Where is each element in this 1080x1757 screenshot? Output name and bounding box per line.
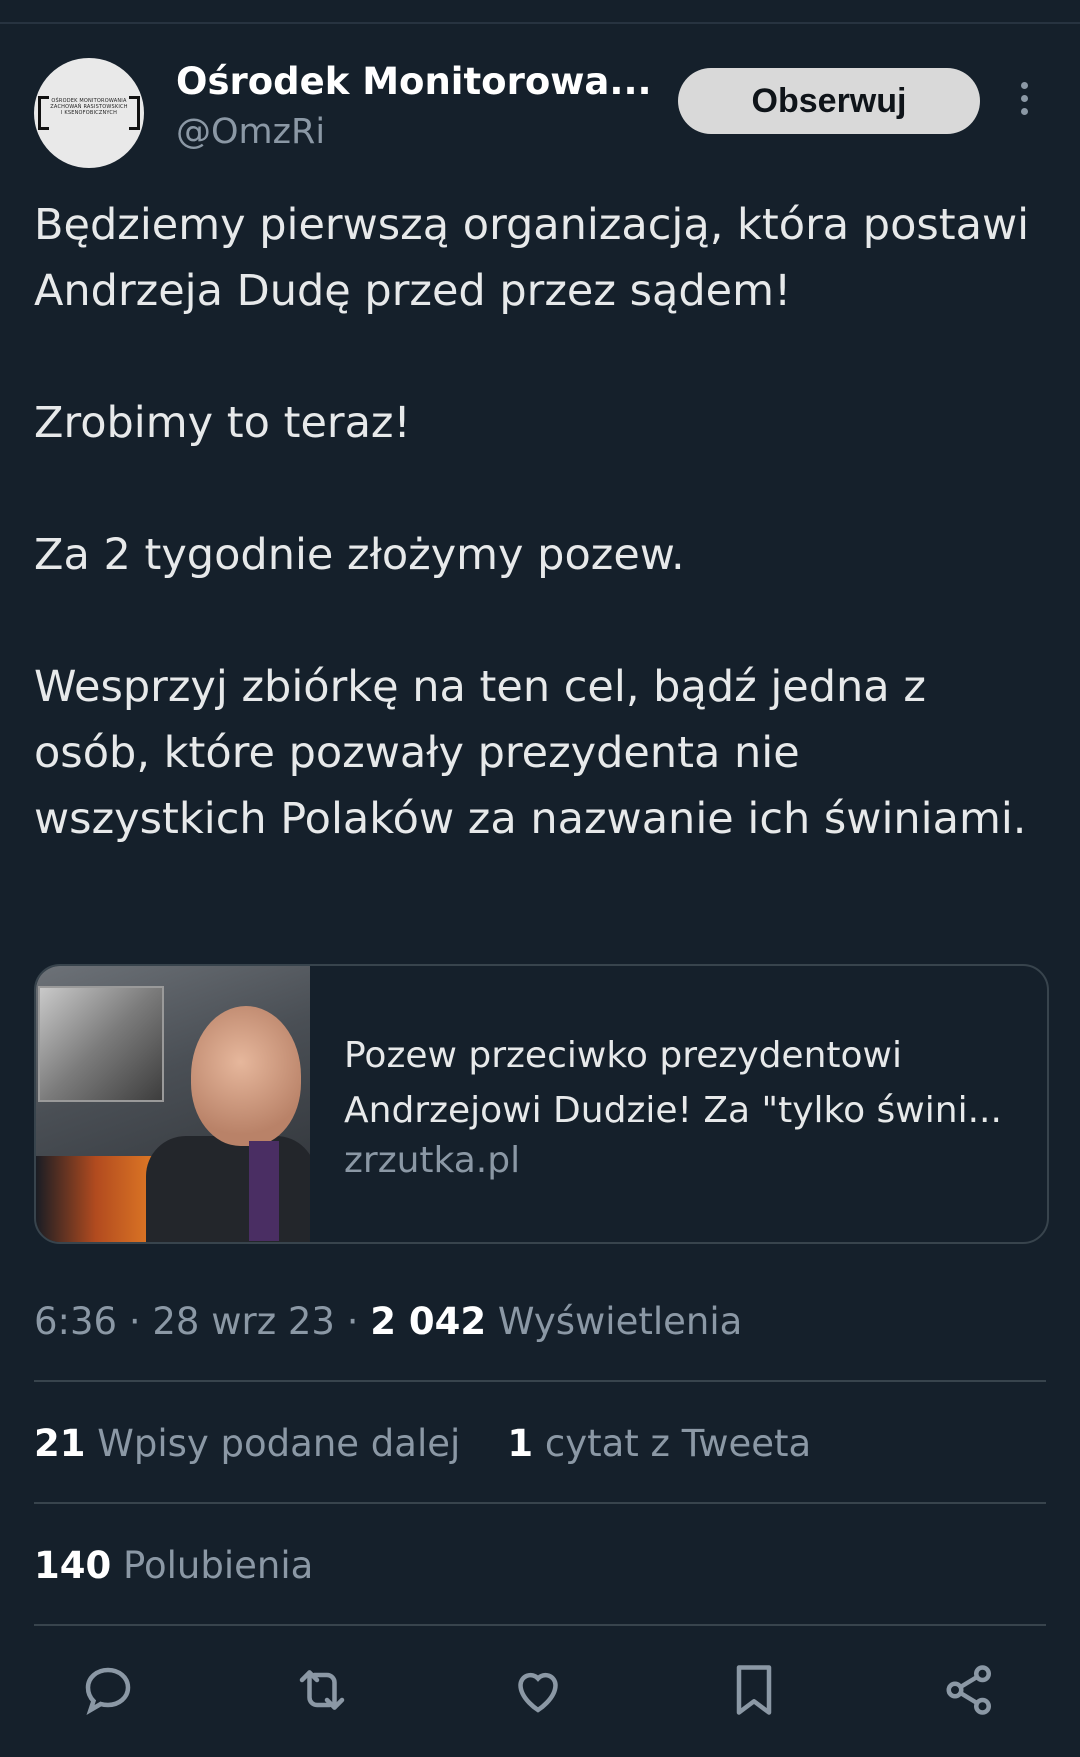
tweet-paragraph: Zrobimy to teraz! — [34, 398, 411, 448]
link-card-thumbnail — [36, 966, 310, 1242]
link-card-title: Pozew przeciwko prezydentowi Andrzejowi … — [344, 1028, 1024, 1138]
reply-icon[interactable] — [78, 1660, 138, 1720]
divider — [34, 1624, 1046, 1626]
link-card-title-line: Andrzejowi Dudzie! Za "tylko świni... — [344, 1090, 1002, 1131]
avatar-logo-text: OŚRODEK MONITOROWANIA ZACHOWAŃ RASISTOWS… — [50, 98, 128, 116]
tweet-text: Będziemy pierwszą organizacją, która pos… — [34, 192, 1044, 852]
account-name[interactable]: Ośrodek Monitorowa... — [176, 60, 652, 103]
top-divider — [0, 22, 1080, 24]
avatar-bracket-left — [38, 96, 49, 130]
engagement-stats: 21 Wpisy podane dalej 1 cytat z Tweeta — [34, 1422, 811, 1465]
tweet-meta: 6:36 · 28 wrz 23 · 2 042 Wyświetlenia — [34, 1300, 743, 1343]
share-icon[interactable] — [940, 1660, 1000, 1720]
quotes-count: 1 — [507, 1422, 534, 1465]
divider — [34, 1502, 1046, 1504]
link-card[interactable]: Pozew przeciwko prezydentowi Andrzejowi … — [34, 964, 1049, 1244]
tweet-paragraph: Za 2 tygodnie złożymy pozew. — [34, 530, 685, 580]
likes-stat[interactable]: 140 Polubienia — [34, 1544, 313, 1587]
divider — [34, 1380, 1046, 1382]
link-card-title-line: Pozew przeciwko prezydentowi — [344, 1035, 902, 1076]
retweet-icon[interactable] — [292, 1660, 352, 1720]
like-icon[interactable] — [508, 1660, 568, 1720]
retweets-count: 21 — [34, 1422, 86, 1465]
likes-count: 140 — [34, 1544, 112, 1587]
retweets-stat[interactable]: 21 Wpisy podane dalej — [34, 1422, 460, 1465]
tweet-time[interactable]: 6:36 — [34, 1300, 117, 1343]
quotes-label: cytat z Tweeta — [544, 1422, 812, 1465]
views-count: 2 042 — [370, 1300, 487, 1343]
avatar[interactable]: OŚRODEK MONITOROWANIA ZACHOWAŃ RASISTOWS… — [34, 58, 144, 168]
tweet-paragraph: Będziemy pierwszą organizacją, która pos… — [34, 200, 1030, 316]
more-options-icon[interactable] — [1012, 82, 1036, 122]
retweets-label: Wpisy podane dalej — [97, 1422, 461, 1465]
avatar-bracket-right — [129, 96, 140, 130]
account-handle[interactable]: @OmzRi — [176, 112, 325, 152]
likes-label: Polubienia — [123, 1544, 314, 1587]
tweet-paragraph: Wesprzyj zbiórkę na ten cel, bądź jedna … — [34, 662, 1027, 844]
follow-button[interactable]: Obserwuj — [678, 68, 980, 134]
views-label: Wyświetlenia — [497, 1300, 743, 1343]
bookmark-icon[interactable] — [724, 1660, 784, 1720]
link-card-domain: zrzutka.pl — [344, 1140, 521, 1181]
tweet-date[interactable]: 28 wrz 23 — [152, 1300, 335, 1343]
quotes-stat[interactable]: 1 cytat z Tweeta — [507, 1422, 811, 1465]
